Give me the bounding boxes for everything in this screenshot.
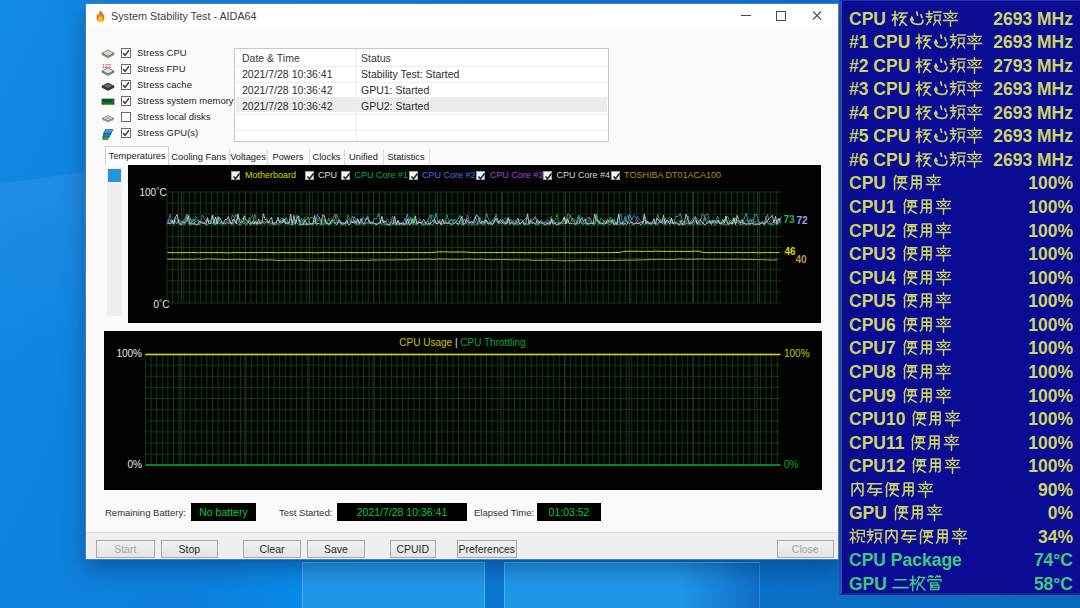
svg-text:123: 123 — [102, 63, 111, 69]
